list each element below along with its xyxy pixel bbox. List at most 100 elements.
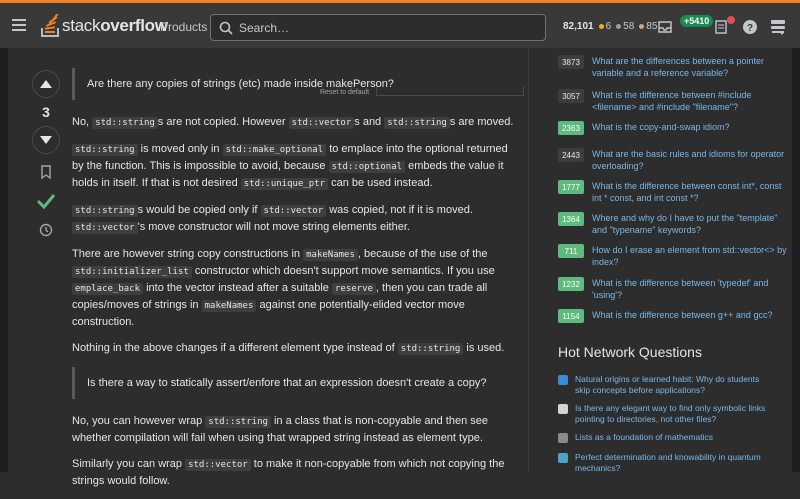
svg-text:?: ?: [747, 23, 753, 34]
logo-text-prefix: stack: [62, 16, 101, 35]
paragraph: Nothing in the above changes if a differ…: [72, 342, 505, 355]
right-sidebar: 3873 What are the differences between a p…: [555, 48, 800, 474]
linked-question[interactable]: 2443 What are the basic rules and idioms …: [558, 148, 788, 172]
hot-question[interactable]: Is there any elegant way to find only sy…: [558, 403, 773, 425]
question-link[interactable]: What is the difference between #include …: [592, 89, 788, 113]
vote-count: 3: [42, 104, 50, 120]
inline-code: std::optional: [328, 161, 406, 173]
quote-text: Is there a way to statically assert/enfo…: [87, 377, 487, 389]
question-link[interactable]: What is the difference between g++ and g…: [592, 309, 772, 323]
inline-code: std::vector: [72, 222, 138, 234]
question-link[interactable]: What is the difference between 'typedef'…: [592, 277, 788, 301]
bronze-badge-count: 85: [646, 21, 658, 32]
vote-cell: 3: [32, 70, 60, 243]
hot-question-link[interactable]: Lists as a foundation of mathematics: [575, 432, 713, 443]
answer-body: Are there any copies of strings (etc) ma…: [72, 68, 522, 499]
question-link[interactable]: What is the difference between const int…: [592, 180, 788, 204]
blockquote: Are there any copies of strings (etc) ma…: [72, 68, 522, 100]
silver-badge-count: 58: [623, 21, 635, 32]
question-score: 1154: [558, 309, 584, 323]
inline-code: makeNames: [303, 249, 358, 261]
english-site-icon: [558, 375, 568, 385]
user-reputation[interactable]: 82,101 6 58 85: [563, 21, 657, 32]
paragraph: No, you can however wrap std::string in …: [72, 415, 488, 444]
question-score: 3873: [558, 55, 584, 69]
inline-code: std::vector: [288, 117, 355, 129]
upvote-button[interactable]: [32, 70, 60, 98]
linked-question[interactable]: 3873 What are the differences between a p…: [558, 55, 788, 79]
question-score: 1777: [558, 180, 584, 194]
search-input[interactable]: Search…: [210, 14, 546, 41]
accepted-checkmark-icon: [36, 194, 56, 210]
hamburger-menu-icon[interactable]: [12, 19, 26, 31]
linked-question[interactable]: 1364 Where and why do I have to put the "…: [558, 212, 788, 236]
stack-logo-icon: [41, 14, 60, 37]
quote-text: Are there any copies of strings (etc) ma…: [87, 78, 394, 90]
help-icon[interactable]: ?: [742, 19, 758, 35]
inline-code: std::vector: [260, 205, 327, 217]
upvote-arrow-icon: [40, 80, 52, 88]
paragraph: There are however string copy constructi…: [72, 248, 495, 328]
downvote-button[interactable]: [32, 126, 60, 154]
review-alert-dot: [727, 16, 735, 24]
site-switcher-icon[interactable]: [770, 19, 786, 35]
question-link[interactable]: What are the differences between a point…: [592, 55, 788, 79]
paragraph: std::string is moved only in std::make_o…: [72, 143, 508, 190]
question-score: 711: [558, 244, 584, 258]
inline-code: std::string: [72, 144, 138, 156]
inline-code: std::string: [384, 117, 450, 129]
hot-network-questions-heading: Hot Network Questions: [558, 344, 702, 360]
question-link[interactable]: What are the basic rules and idioms for …: [592, 148, 788, 172]
question-score: 3057: [558, 89, 584, 103]
inline-code: std::unique_ptr: [240, 178, 329, 190]
inline-code: emplace_back: [72, 283, 144, 295]
paragraph: Similarly you can wrap std::vector to ma…: [72, 458, 505, 487]
linked-question[interactable]: 1232 What is the difference between 'type…: [558, 277, 788, 301]
page-scrollbar[interactable]: [792, 48, 800, 472]
history-icon[interactable]: [38, 222, 54, 238]
question-score: 2363: [558, 121, 584, 135]
hot-question-link[interactable]: Perfect determination and knowability in…: [575, 452, 773, 474]
paragraph: std::string s would be copied only if std…: [72, 202, 522, 236]
left-nav-rail: [0, 48, 8, 472]
paragraph: No, std::string s are not copied. However…: [72, 116, 514, 129]
physics-site-icon: [558, 453, 568, 463]
hot-question[interactable]: Natural origins or learned habit: Why do…: [558, 374, 773, 396]
linked-question[interactable]: 1154 What is the difference between g++ a…: [558, 309, 788, 323]
inline-code: std::initializer_list: [72, 266, 192, 278]
linked-question[interactable]: 2363 What is the copy-and-swap idiom?: [558, 121, 788, 135]
bronze-badge-icon: [639, 23, 645, 29]
logo-text-suffix: overflow: [100, 16, 168, 35]
bookmark-icon[interactable]: [38, 164, 54, 180]
inline-code: makeNames: [201, 300, 257, 312]
hot-question-link[interactable]: Natural origins or learned habit: Why do…: [575, 374, 773, 396]
hot-question-link[interactable]: Is there any elegant way to find only sy…: [575, 403, 773, 425]
math-site-icon: [558, 433, 568, 443]
question-link[interactable]: How do I erase an element from std::vect…: [592, 244, 788, 268]
linked-question[interactable]: 3057 What is the difference between #incl…: [558, 89, 788, 113]
blockquote: Is there a way to statically assert/enfo…: [72, 367, 522, 399]
inline-code: std::string: [397, 343, 464, 355]
gold-badge-icon: [598, 23, 604, 29]
top-bar: stack overflow Products Search… 82,101 6 …: [0, 0, 800, 48]
linked-question[interactable]: 1777 What is the difference between const…: [558, 180, 788, 204]
silver-badge-icon: [616, 23, 622, 29]
inbox-icon[interactable]: [657, 19, 673, 35]
inline-code: std::make_optional: [222, 144, 327, 156]
gold-badge-count: 6: [605, 21, 612, 32]
stackoverflow-logo[interactable]: stack overflow: [40, 14, 168, 38]
question-score: 1364: [558, 212, 584, 226]
question-link[interactable]: Where and why do I have to put the "temp…: [592, 212, 788, 236]
downvote-arrow-icon: [40, 136, 52, 144]
inline-code: std::string: [92, 117, 158, 129]
hot-question[interactable]: Perfect determination and knowability in…: [558, 452, 773, 474]
inline-code: reserve: [331, 283, 376, 295]
hot-question[interactable]: Lists as a foundation of mathematics: [558, 432, 773, 443]
question-link[interactable]: What is the copy-and-swap idiom?: [592, 121, 730, 135]
inline-code: std::vector: [185, 459, 251, 471]
products-menu[interactable]: Products: [160, 20, 207, 34]
linked-question[interactable]: 711 How do I erase an element from std::v…: [558, 244, 788, 268]
achievements-badge[interactable]: +5410: [680, 15, 714, 27]
question-score: 1232: [558, 277, 584, 291]
search-placeholder: Search…: [239, 20, 290, 35]
